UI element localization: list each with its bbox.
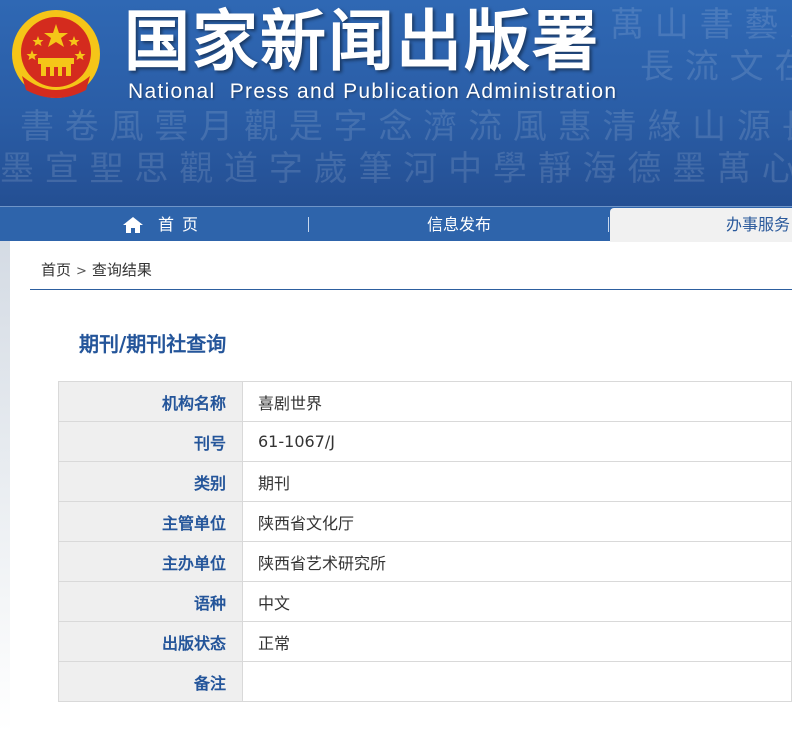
nav-divider	[308, 217, 309, 232]
page-title: 期刊/期刊社查询	[79, 332, 227, 356]
row-value: 中文	[242, 581, 792, 622]
row-value	[242, 661, 792, 702]
breadcrumb-current: 查询结果	[91, 261, 152, 279]
row-value: 期刊	[242, 461, 792, 502]
nav-home[interactable]: 首页	[120, 207, 308, 242]
table-row: 类别 期刊	[58, 461, 792, 502]
row-label: 类别	[58, 461, 243, 502]
row-label: 出版状态	[58, 621, 243, 662]
table-row: 机构名称 喜剧世界	[58, 381, 792, 422]
row-label: 主办单位	[58, 541, 243, 582]
row-label: 机构名称	[58, 381, 243, 422]
home-icon	[123, 217, 143, 233]
page-left-shade	[0, 241, 10, 732]
nav-service[interactable]: 办事服务	[610, 208, 792, 242]
table-row: 出版状态 正常	[58, 621, 792, 662]
row-value: 陕西省文化厅	[242, 501, 792, 542]
national-emblem-icon	[12, 10, 100, 98]
calligraphy-decoration: 書 卷 風 雲 月 觀 是 字 念 濟 流 風 惠 清 綠 山 源 長 文	[20, 107, 792, 147]
table-row: 语种 中文	[58, 581, 792, 622]
calligraphy-decoration: 長 流 文 在	[640, 47, 792, 87]
row-value: 正常	[242, 621, 792, 662]
breadcrumb: 首页 > 查询结果	[41, 259, 152, 281]
calligraphy-decoration: 墨 宣 聖 思 觀 道 字 歲 筆 河 中 學 靜 海 德 墨 萬 心 雅	[0, 149, 792, 189]
nav-news[interactable]: 信息发布	[310, 207, 608, 242]
main-nav: 首页 信息发布 办事服务	[0, 206, 792, 242]
row-value: 陕西省艺术研究所	[242, 541, 792, 582]
breadcrumb-home[interactable]: 首页	[41, 261, 71, 279]
row-label: 备注	[58, 661, 243, 702]
row-value: 喜剧世界	[242, 381, 792, 422]
row-label: 语种	[58, 581, 243, 622]
result-table: 机构名称 喜剧世界 刊号 61-1067/J 类别 期刊 主管单位 陕西省文化厅…	[58, 381, 792, 702]
table-row: 主办单位 陕西省艺术研究所	[58, 541, 792, 582]
calligraphy-decoration: 萬 山 書 藝 之	[610, 5, 792, 45]
row-value: 61-1067/J	[242, 421, 792, 462]
table-row: 刊号 61-1067/J	[58, 421, 792, 462]
table-row: 主管单位 陕西省文化厅	[58, 501, 792, 542]
nav-home-label: 首页	[158, 215, 207, 234]
breadcrumb-divider	[30, 289, 792, 290]
header-banner: 萬 山 書 藝 之 長 流 文 在 書 卷 風 雲 月 觀 是 字 念 濟 流 …	[0, 0, 792, 206]
nav-divider	[608, 217, 609, 232]
breadcrumb-separator: >	[76, 264, 87, 279]
row-label: 主管单位	[58, 501, 243, 542]
row-label: 刊号	[58, 421, 243, 462]
site-title: 国家新闻出版署	[124, 3, 600, 80]
site-subtitle: National Press and Publication Administr…	[128, 80, 618, 103]
table-row: 备注	[58, 661, 792, 702]
